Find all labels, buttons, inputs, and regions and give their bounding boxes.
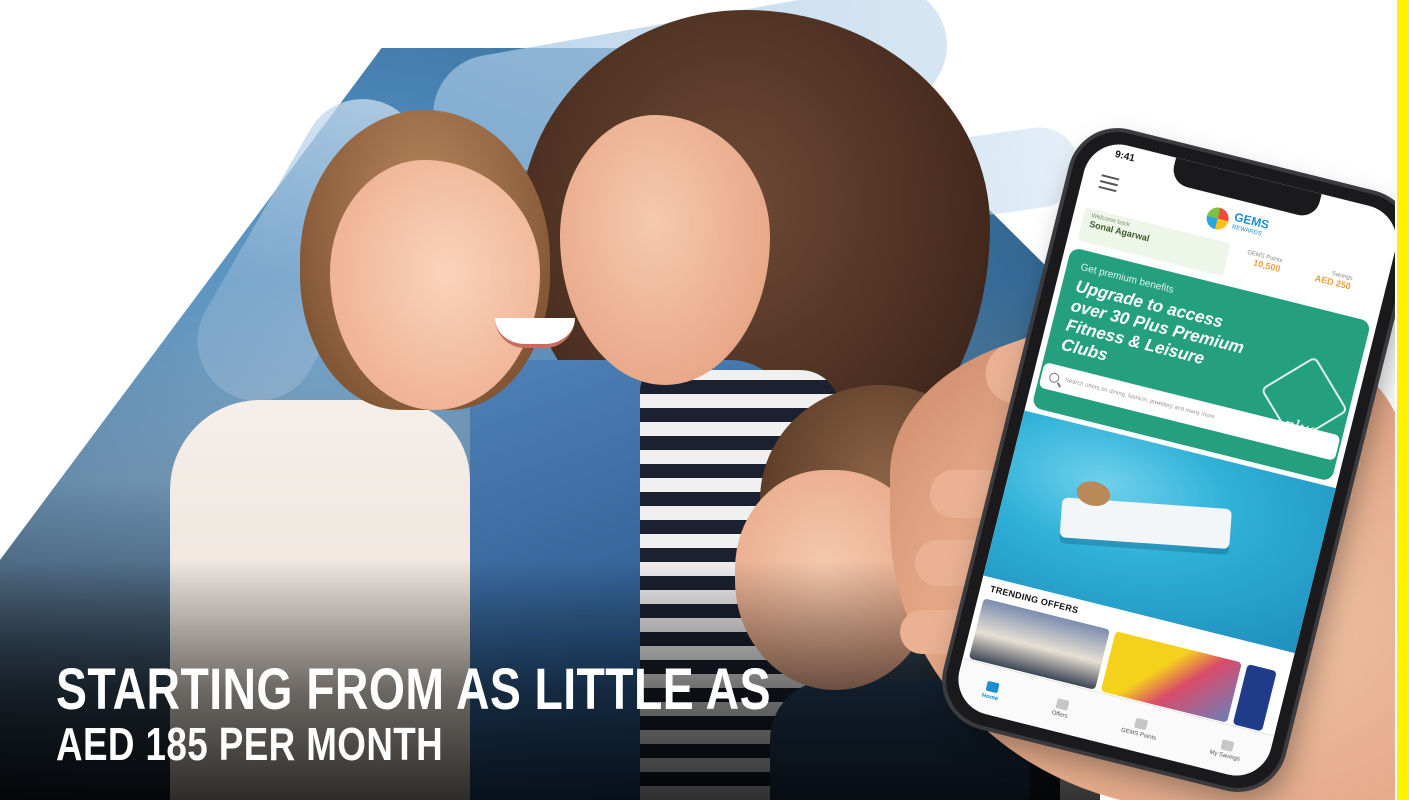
offer-tile[interactable] (1232, 664, 1277, 732)
headline: STARTING FROM AS LITTLE AS AED 185 PER M… (56, 657, 771, 770)
headline-line-1: STARTING FROM AS LITTLE AS (56, 657, 771, 722)
points-icon (1134, 717, 1149, 730)
savings-icon (1220, 738, 1235, 752)
tab-home[interactable]: Home (981, 680, 1002, 702)
home-icon (985, 680, 1000, 693)
tab-gems-points[interactable]: GEMS Points (1120, 714, 1160, 741)
tab-label: My Savings (1208, 749, 1241, 763)
tab-my-savings[interactable]: My Savings (1209, 736, 1244, 762)
tab-offers[interactable]: Offers (1051, 697, 1071, 719)
logo-wordmark: GEMS REWARDS (1230, 210, 1270, 242)
pool-lounger (1059, 497, 1232, 550)
offers-icon (1055, 697, 1070, 711)
gems-rewards-logo: GEMS REWARDS (1204, 205, 1271, 242)
gems-logo-icon (1204, 205, 1231, 232)
hamburger-menu-icon[interactable] (1098, 174, 1120, 193)
tab-label: Home (981, 692, 999, 703)
tab-label: GEMS Points (1120, 726, 1157, 742)
yellow-frame-edge (1397, 0, 1409, 800)
points-stat: GEMS Points 10,500 (1244, 250, 1282, 274)
search-icon (1048, 371, 1061, 384)
phone-notch (1169, 157, 1322, 220)
savings-stat: Savings AED 250 (1314, 267, 1353, 292)
tab-label: Offers (1050, 709, 1069, 720)
advert-canvas: STARTING FROM AS LITTLE AS AED 185 PER M… (0, 0, 1409, 800)
headline-price-line: AED 185 PER MONTH (56, 718, 444, 770)
status-time: 9:41 (1113, 148, 1136, 165)
